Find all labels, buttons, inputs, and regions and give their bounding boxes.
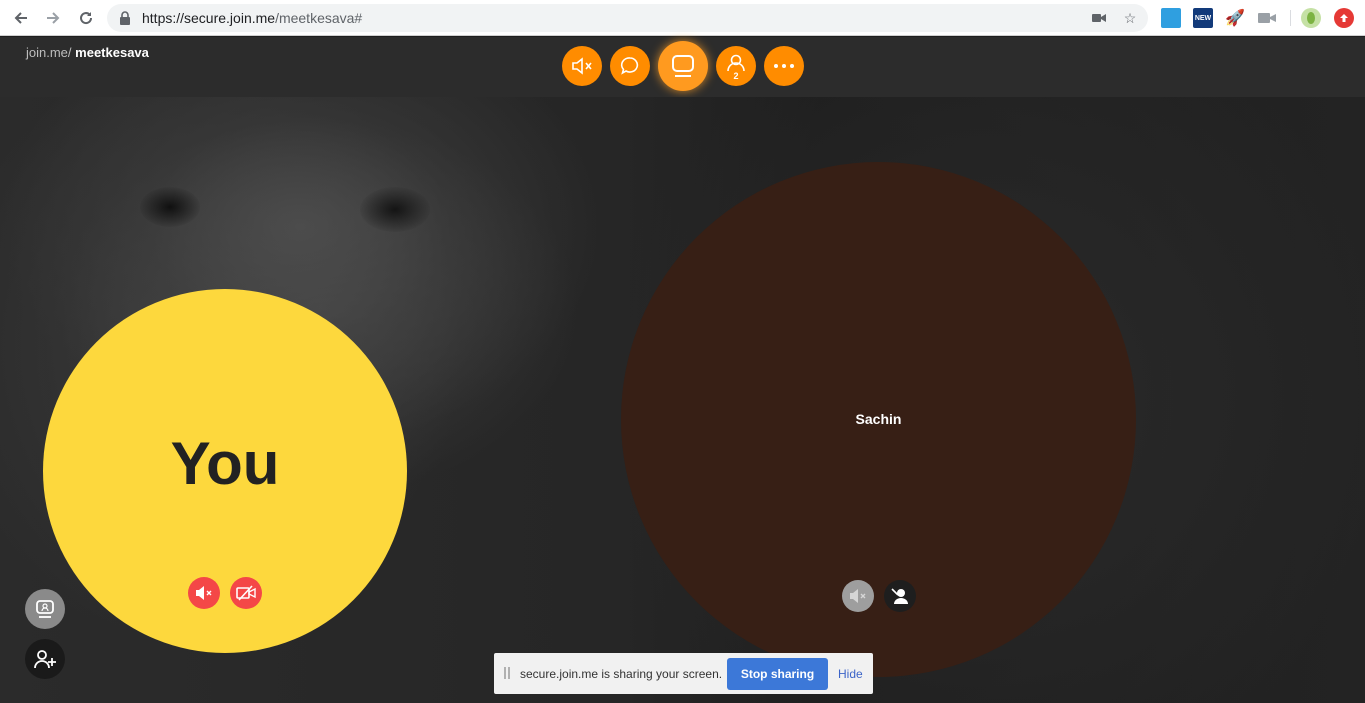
profile-avatar-icon[interactable] — [1301, 8, 1321, 28]
rocket-icon[interactable]: 🚀 — [1225, 8, 1245, 28]
hide-link[interactable]: Hide — [838, 667, 863, 681]
screen-share-icon — [672, 55, 694, 77]
back-arrow-icon[interactable] — [9, 6, 33, 30]
meeting-brand: join.me/ meetkesava — [26, 45, 149, 60]
chat-icon — [620, 57, 639, 75]
camera-icon[interactable] — [1090, 9, 1108, 27]
video-extension-icon[interactable] — [1257, 8, 1277, 28]
you-video-tile[interactable]: You — [43, 289, 407, 653]
browser-chrome: https://secure.join.me/meetkesava# ☆ NEW… — [0, 0, 1365, 36]
speaker-muted-icon — [196, 586, 212, 600]
app-header: join.me/ meetkesava 2 — [0, 37, 1365, 97]
lock-icon — [120, 11, 130, 25]
you-mic-mute-button[interactable] — [188, 577, 220, 609]
more-options-button[interactable] — [764, 46, 804, 86]
extension-photo-icon[interactable] — [1161, 8, 1181, 28]
background-eye-right — [360, 187, 430, 232]
meeting-name: meetkesava — [75, 45, 149, 60]
add-user-icon — [34, 650, 56, 669]
you-camera-off-button[interactable] — [230, 577, 262, 609]
url-text: https://secure.join.me/meetkesava# — [142, 10, 363, 26]
sachin-camera-off-indicator — [884, 580, 916, 612]
forward-arrow-icon[interactable] — [41, 6, 65, 30]
speaker-mute-button[interactable] — [562, 46, 602, 86]
chat-button[interactable] — [610, 46, 650, 86]
more-icon — [774, 64, 794, 68]
participant-count-badge: 2 — [733, 71, 738, 80]
update-icon[interactable] — [1334, 8, 1354, 28]
presenter-view-button[interactable] — [25, 589, 65, 629]
brand-prefix: join.me/ — [26, 45, 72, 60]
extension-new-icon[interactable]: NEW — [1193, 8, 1213, 28]
screen-share-button[interactable] — [658, 41, 708, 91]
reload-icon[interactable] — [74, 6, 98, 30]
invite-participant-button[interactable] — [25, 639, 65, 679]
participants-button[interactable]: 2 — [716, 46, 756, 86]
you-label: You — [170, 430, 280, 497]
speaker-muted-icon — [850, 589, 866, 603]
sharing-message: secure.join.me is sharing your screen. — [520, 667, 723, 681]
stop-sharing-button[interactable]: Stop sharing — [727, 658, 828, 690]
screen-sharing-bar: secure.join.me is sharing your screen. S… — [494, 653, 873, 694]
user-off-icon — [891, 588, 908, 604]
background-eye-left — [140, 187, 200, 227]
sachin-label: Sachin — [855, 411, 902, 427]
star-icon[interactable]: ☆ — [1121, 9, 1139, 27]
participants-icon: 2 — [727, 54, 745, 80]
toolbar-separator — [1290, 10, 1291, 26]
sachin-video-tile[interactable]: Sachin — [621, 162, 1136, 677]
address-bar[interactable]: https://secure.join.me/meetkesava# ☆ — [107, 4, 1148, 32]
drag-handle-icon[interactable] — [504, 667, 510, 679]
presenter-icon — [36, 600, 54, 618]
camera-off-icon — [236, 585, 256, 601]
sachin-muted-indicator — [842, 580, 874, 612]
speaker-muted-icon — [572, 57, 592, 75]
meeting-stage: You Sachin — [0, 97, 1365, 703]
